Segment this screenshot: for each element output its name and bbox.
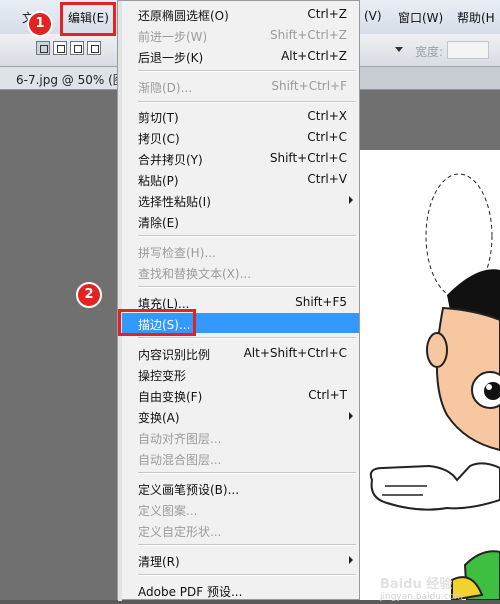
- menu-separator: [138, 472, 356, 474]
- menu-item-label: Adobe PDF 预设...: [138, 585, 243, 599]
- menu-item-label: 定义图案...: [138, 504, 198, 518]
- submenu-arrow-icon: [349, 412, 353, 420]
- style-dropdown-chevron-icon[interactable]: [390, 41, 408, 57]
- menu-item-label: 拷贝(C): [138, 132, 180, 146]
- menu-item-label: 渐隐(D)...: [138, 81, 193, 95]
- menu-item-label: 前进一步(W): [138, 30, 208, 44]
- menu-item-label: 清除(E): [138, 216, 179, 230]
- menu-item-puppet-warp[interactable]: 操控变形: [122, 364, 359, 384]
- menu-item-auto-blend-layers[interactable]: 自动混合图层...: [122, 448, 359, 468]
- menu-item-check-spelling[interactable]: 拼写检查(H)...: [122, 241, 359, 261]
- menu-item-shortcut: Ctrl+V: [307, 172, 347, 186]
- menu-item-copy[interactable]: 拷贝(C) Ctrl+C: [122, 127, 359, 147]
- new-selection-icon[interactable]: [36, 41, 50, 55]
- intersect-selection-icon[interactable]: [87, 41, 101, 55]
- menu-item-label: 剪切(T): [138, 111, 179, 125]
- menu-item-auto-align-layers[interactable]: 自动对齐图层...: [122, 427, 359, 447]
- menu-item-label: 定义画笔预设(B)...: [138, 483, 240, 497]
- menu-item-transform[interactable]: 变换(A): [122, 406, 359, 426]
- menu-item-shortcut: Shift+Ctrl+F: [271, 79, 347, 93]
- menu-item-label: 自动混合图层...: [138, 453, 222, 467]
- menu-item-label: 粘贴(P): [138, 174, 179, 188]
- menu-item-clear[interactable]: 清除(E): [122, 211, 359, 231]
- menu-item-find-replace-text[interactable]: 查找和替换文本(X)...: [122, 262, 359, 282]
- menu-help[interactable]: 帮助(H: [457, 9, 495, 26]
- menu-item-step-backward[interactable]: 后退一步(K) Alt+Ctrl+Z: [122, 46, 359, 66]
- menu-item-label: 查找和替换文本(X)...: [138, 267, 252, 281]
- menu-item-label: 合并拷贝(Y): [138, 153, 203, 167]
- menu-item-shortcut: Ctrl+Z: [307, 7, 347, 21]
- menu-item-adobe-pdf-presets[interactable]: Adobe PDF 预设...: [122, 580, 359, 600]
- menu-item-label: 自动对齐图层...: [138, 432, 222, 446]
- menu-item-shortcut: Shift+Ctrl+C: [269, 151, 347, 165]
- menu-separator: [138, 544, 356, 546]
- edit-menu-highlight-box: [60, 2, 116, 36]
- menu-item-shortcut: Shift+Ctrl+Z: [270, 28, 347, 42]
- step-2-badge: 2: [76, 282, 102, 308]
- menu-window[interactable]: 窗口(W): [398, 9, 443, 26]
- menu-item-undo-ellipse-marquee[interactable]: 还原椭圆选框(O) Ctrl+Z: [122, 4, 359, 24]
- menu-item-define-brush-preset[interactable]: 定义画笔预设(B)...: [122, 478, 359, 498]
- width-input[interactable]: [447, 41, 489, 59]
- step-1-badge: 1: [27, 11, 53, 37]
- menu-item-label: 拼写检查(H)...: [138, 246, 216, 260]
- baidu-watermark: Baidu 经验 jingyan.baidu.com: [380, 573, 463, 602]
- menu-item-label: 还原椭圆选框(O): [138, 9, 229, 23]
- menu-item-paste[interactable]: 粘贴(P) Ctrl+V: [122, 169, 359, 189]
- menu-item-label: 选择性粘贴(I): [138, 195, 211, 209]
- menu-item-shortcut: Alt+Shift+Ctrl+C: [243, 346, 347, 360]
- menu-item-label: 自由变换(F): [138, 390, 203, 404]
- menu-item-label: 清理(R): [138, 555, 180, 569]
- edit-menu: 还原椭圆选框(O) Ctrl+Z 前进一步(W) Shift+Ctrl+Z 后退…: [117, 0, 360, 601]
- menu-item-label: 操控变形: [138, 369, 187, 383]
- menu-item-shortcut: Ctrl+T: [308, 388, 347, 402]
- add-selection-icon[interactable]: [53, 41, 67, 55]
- menu-separator: [138, 70, 356, 72]
- cartoon-boy-image: [369, 173, 500, 602]
- menu-item-shortcut: Alt+Ctrl+Z: [281, 49, 347, 63]
- subtract-selection-icon[interactable]: [70, 41, 84, 55]
- menu-item-shortcut: Ctrl+C: [307, 130, 347, 144]
- document-tab-title: 6-7.jpg @ 50% (图: [16, 73, 125, 87]
- stroke-item-highlight-box: [118, 309, 196, 336]
- menu-item-label: 变换(A): [138, 411, 180, 425]
- menu-item-define-custom-shape[interactable]: 定义自定形状...: [122, 520, 359, 540]
- menu-item-fade[interactable]: 渐隐(D)... Shift+Ctrl+F: [122, 76, 359, 96]
- menu-item-paste-special[interactable]: 选择性粘贴(I): [122, 190, 359, 210]
- image-canvas[interactable]: [357, 150, 500, 602]
- menu-item-shortcut: Shift+F5: [295, 295, 347, 309]
- watermark-sub: jingyan.baidu.com: [380, 592, 464, 602]
- menu-item-label: 内容识别比例: [138, 348, 211, 362]
- menu-item-label: 后退一步(K): [138, 51, 204, 65]
- submenu-arrow-icon: [349, 196, 353, 204]
- menu-separator: [138, 235, 356, 237]
- menu-view[interactable]: (V): [364, 9, 382, 23]
- menu-item-copy-merged[interactable]: 合并拷贝(Y) Shift+Ctrl+C: [122, 148, 359, 168]
- menu-item-purge[interactable]: 清理(R): [122, 550, 359, 570]
- menu-item-define-pattern[interactable]: 定义图案...: [122, 499, 359, 519]
- menu-item-shortcut: Ctrl+X: [307, 109, 347, 123]
- menu-separator: [138, 337, 356, 339]
- width-label: 宽度:: [415, 45, 444, 59]
- menu-item-free-transform[interactable]: 自由变换(F) Ctrl+T: [122, 385, 359, 405]
- menu-item-step-forward[interactable]: 前进一步(W) Shift+Ctrl+Z: [122, 25, 359, 45]
- menu-separator: [138, 101, 356, 103]
- menu-separator: [138, 286, 356, 288]
- watermark-text: Baidu 经验: [380, 577, 453, 592]
- menu-separator: [138, 574, 356, 576]
- menu-item-label: 定义自定形状...: [138, 525, 222, 539]
- submenu-arrow-icon: [349, 556, 353, 564]
- menu-item-content-aware-scale[interactable]: 内容识别比例 Alt+Shift+Ctrl+C: [122, 343, 359, 363]
- menu-item-cut[interactable]: 剪切(T) Ctrl+X: [122, 106, 359, 126]
